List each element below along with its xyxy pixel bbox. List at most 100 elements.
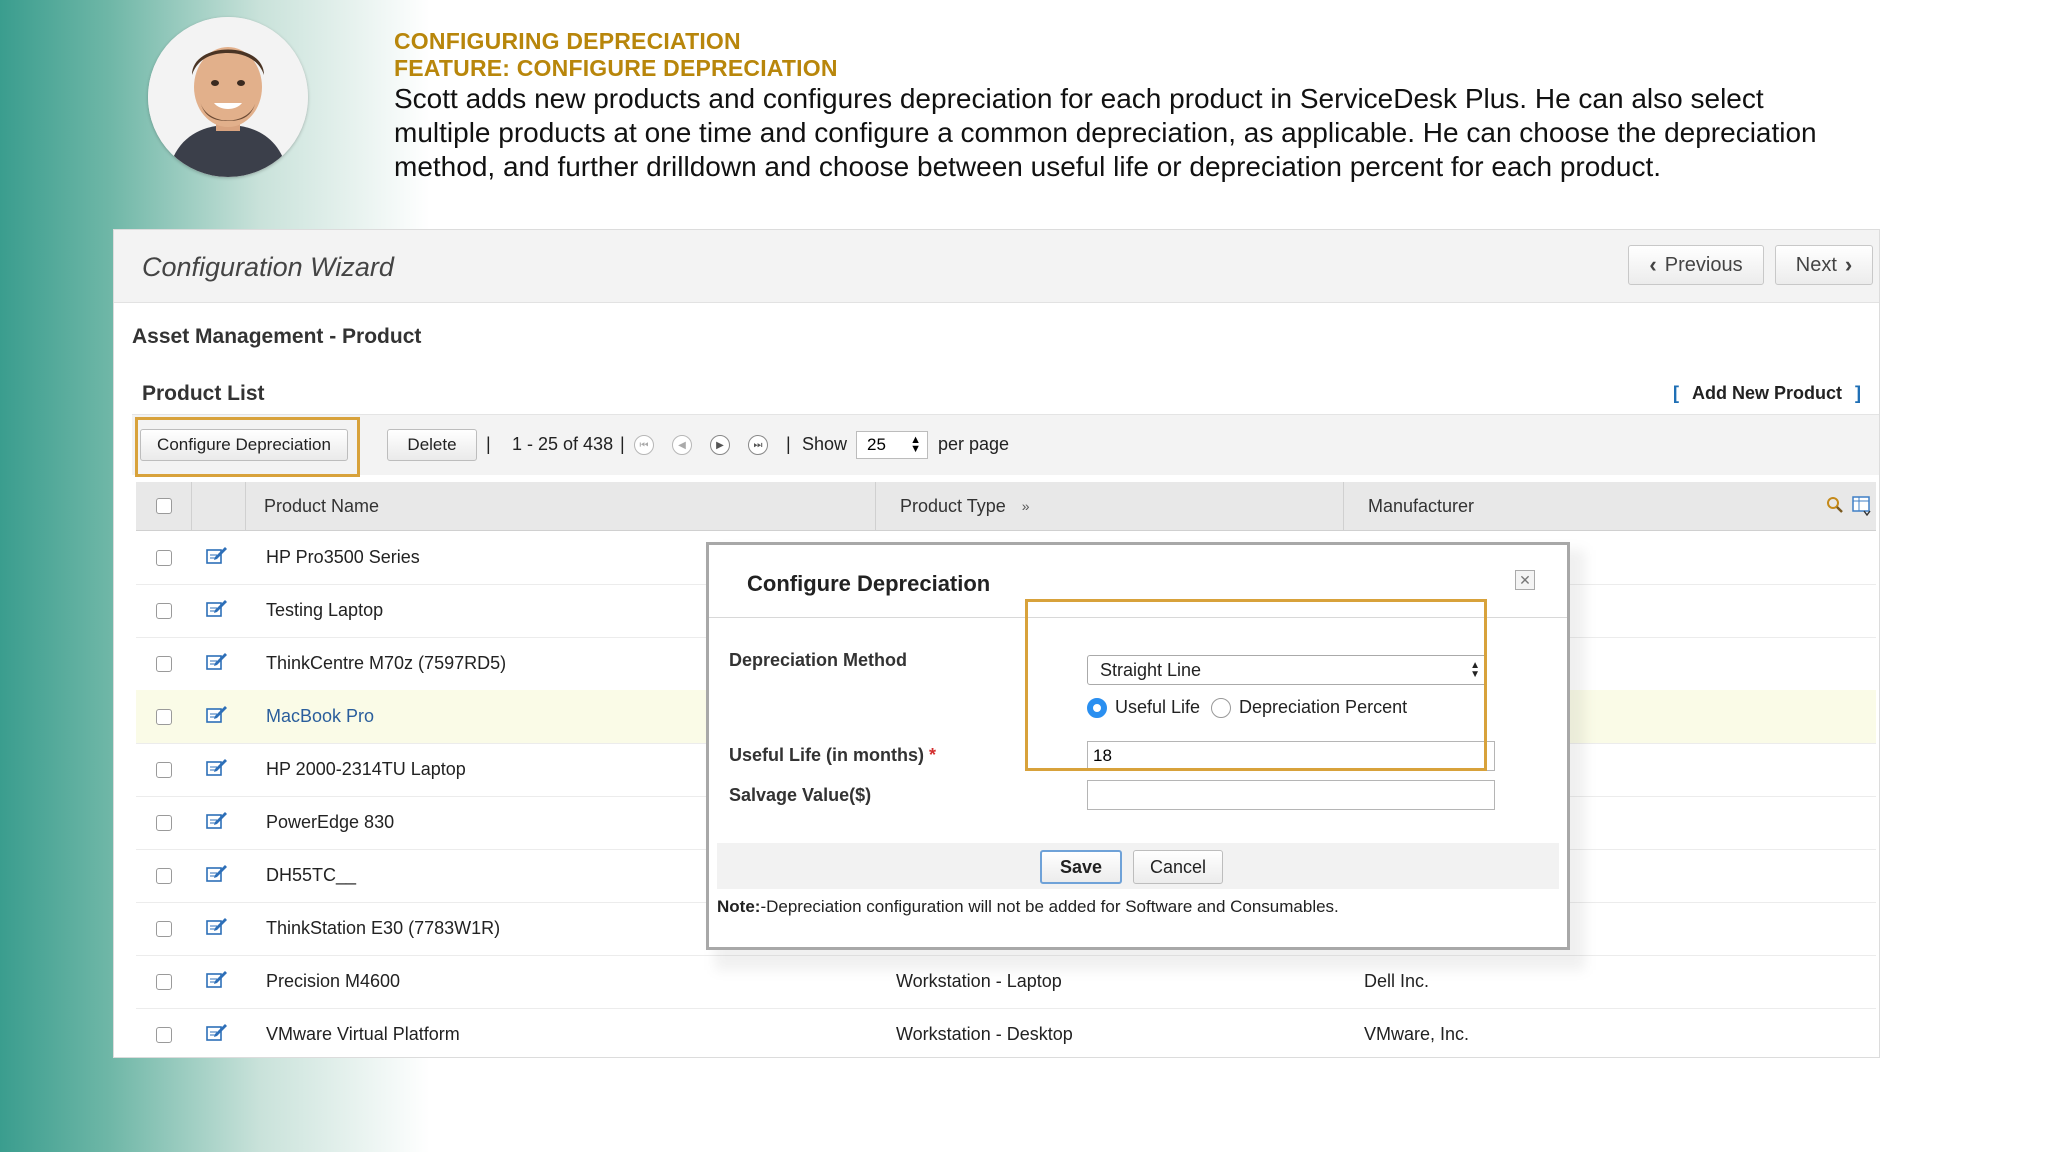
- product-name: HP 2000-2314TU Laptop: [266, 759, 466, 779]
- product-name: ThinkCentre M70z (7597RD5): [266, 653, 507, 673]
- manufacturer: Dell Inc.: [1364, 971, 1430, 991]
- row-cell-checkbox: [156, 955, 172, 1008]
- note-prefix: Note:: [717, 897, 761, 916]
- product-type: Workstation - Desktop: [896, 1024, 1073, 1044]
- product-type-cell: Workstation - Desktop: [896, 1008, 1336, 1057]
- delete-button[interactable]: Delete: [387, 429, 477, 461]
- separator: |: [620, 434, 625, 454]
- highlight-method-box: [1025, 599, 1487, 771]
- product-name-cell[interactable]: VMware Virtual Platform: [266, 1008, 846, 1057]
- product-name: VMware Virtual Platform: [266, 1024, 460, 1044]
- row-cell-checkbox: [156, 584, 172, 637]
- close-icon[interactable]: ✕: [1515, 570, 1535, 590]
- add-new-product-label: Add New Product: [1691, 383, 1842, 403]
- per-page-select[interactable]: 25 ▲ ▼: [856, 431, 928, 459]
- row-checkbox[interactable]: [156, 920, 172, 937]
- row-cell-edit: [206, 849, 236, 902]
- salvage-value-label: Salvage Value($): [729, 785, 872, 805]
- chevron-left-icon: ‹: [1649, 252, 1657, 277]
- slide-description: Scott adds new products and configures d…: [394, 83, 1817, 182]
- row-checkbox[interactable]: [156, 602, 172, 619]
- row-checkbox[interactable]: [156, 973, 172, 990]
- edit-icon[interactable]: [206, 969, 228, 994]
- product-name: HP Pro3500 Series: [266, 547, 420, 567]
- previous-page-icon[interactable]: ◀: [672, 435, 692, 455]
- row-cell-edit: [206, 955, 236, 1008]
- manufacturer-cell: VMware, Inc.: [1364, 1008, 1844, 1057]
- product-name: DH55TC__: [266, 865, 357, 885]
- product-toolbar: Configure Depreciation Delete | 1 - 25 o…: [132, 414, 1879, 477]
- separator: |: [486, 434, 491, 454]
- wizard-header-bar: Configuration Wizard ‹ Previous Next ›: [114, 230, 1879, 303]
- edit-column-header: [192, 482, 246, 530]
- useful-life-label: Useful Life (in months) *: [729, 745, 936, 766]
- dialog-note: Note:-Depreciation configuration will no…: [717, 897, 1339, 917]
- row-checkbox[interactable]: [156, 549, 172, 566]
- table-row[interactable]: VMware Virtual Platform Workstation - Des…: [136, 1008, 1876, 1057]
- edit-icon[interactable]: [206, 810, 228, 835]
- search-icon[interactable]: [1826, 496, 1844, 514]
- salvage-value-input[interactable]: [1087, 780, 1495, 810]
- row-checkbox[interactable]: [156, 761, 172, 778]
- row-cell-checkbox: [156, 637, 172, 690]
- previous-button-label: Previous: [1664, 253, 1743, 276]
- row-checkbox[interactable]: [156, 708, 172, 725]
- product-type-header-label: Product Type: [900, 495, 1006, 516]
- product-list-header: Product List [ Add New Product ]: [132, 370, 1879, 414]
- add-new-product-link[interactable]: [ Add New Product ]: [1673, 383, 1861, 404]
- row-checkbox[interactable]: [156, 655, 172, 672]
- row-cell-checkbox: [156, 1008, 172, 1057]
- highlight-configure-button: [135, 417, 360, 477]
- product-list-title: Product List: [142, 382, 265, 405]
- table-header: Product Name Product Type » Manufacturer: [136, 482, 1876, 531]
- depreciation-method-label: Depreciation Method: [729, 650, 908, 670]
- previous-button[interactable]: ‹ Previous: [1628, 245, 1764, 285]
- select-all-checkbox[interactable]: [155, 498, 172, 514]
- row-cell-checkbox: [156, 690, 172, 743]
- edit-icon[interactable]: [206, 863, 228, 888]
- row-checkbox[interactable]: [156, 814, 172, 831]
- row-cell-checkbox: [156, 902, 172, 955]
- row-cell-checkbox: [156, 849, 172, 902]
- row-cell-edit: [206, 637, 236, 690]
- edit-icon[interactable]: [206, 598, 228, 623]
- row-cell-checkbox: [156, 743, 172, 796]
- edit-icon[interactable]: [206, 651, 228, 676]
- manufacturer: VMware, Inc.: [1364, 1024, 1470, 1044]
- wizard-title: Configuration Wizard: [142, 252, 394, 282]
- first-page-icon[interactable]: ⏮: [634, 435, 654, 455]
- select-all-cell: [136, 482, 192, 530]
- edit-icon[interactable]: [206, 757, 228, 782]
- row-cell-edit: [206, 584, 236, 637]
- last-page-icon[interactable]: ⏭: [748, 435, 768, 455]
- row-checkbox[interactable]: [156, 1026, 172, 1043]
- row-cell-edit: [206, 902, 236, 955]
- row-checkbox[interactable]: [156, 867, 172, 884]
- show-label: Show: [802, 434, 848, 454]
- row-cell-edit: [206, 690, 236, 743]
- section-title: Asset Management - Product: [132, 325, 422, 348]
- next-page-icon[interactable]: ▶: [710, 435, 730, 455]
- save-button[interactable]: Save: [1040, 850, 1122, 884]
- column-header-product-name[interactable]: Product Name: [246, 482, 876, 530]
- column-chooser-icon[interactable]: [1852, 496, 1872, 517]
- slide-feature-subtitle: FEATURE: CONFIGURE DEPRECIATION: [394, 55, 838, 81]
- slide-title: CONFIGURING DEPRECIATION: [394, 28, 741, 54]
- configure-depreciation-dialog: Configure Depreciation ✕ Depreciation Me…: [706, 542, 1570, 950]
- column-header-product-type[interactable]: Product Type »: [876, 482, 1344, 530]
- next-button[interactable]: Next ›: [1775, 245, 1873, 285]
- edit-icon[interactable]: [206, 916, 228, 941]
- column-header-manufacturer[interactable]: Manufacturer: [1344, 482, 1876, 530]
- row-cell-checkbox: [156, 531, 172, 584]
- edit-icon[interactable]: [206, 1022, 228, 1047]
- separator: |: [786, 434, 791, 454]
- edit-icon[interactable]: [206, 704, 228, 729]
- product-type: Workstation - Laptop: [896, 971, 1062, 991]
- required-asterisk: *: [929, 745, 937, 765]
- next-button-label: Next: [1795, 253, 1837, 276]
- updown-arrows-icon: ▲ ▼: [910, 434, 921, 455]
- chevron-right-icon: ›: [1844, 252, 1853, 277]
- cancel-button[interactable]: Cancel: [1133, 850, 1223, 884]
- edit-icon[interactable]: [206, 545, 228, 570]
- row-cell-edit: [206, 1008, 236, 1057]
